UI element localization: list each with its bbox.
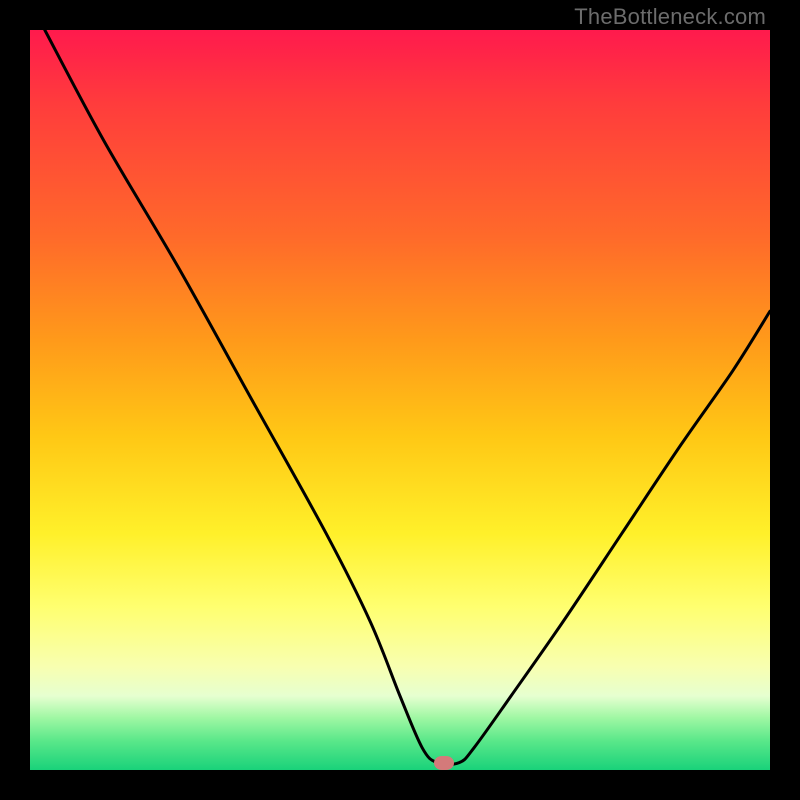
plot-area: [30, 30, 770, 770]
chart-container: TheBottleneck.com: [0, 0, 800, 800]
bottleneck-curve-path: [45, 30, 770, 764]
watermark-text: TheBottleneck.com: [574, 4, 766, 30]
optimal-point-marker: [434, 756, 454, 770]
curve-svg: [30, 30, 770, 770]
